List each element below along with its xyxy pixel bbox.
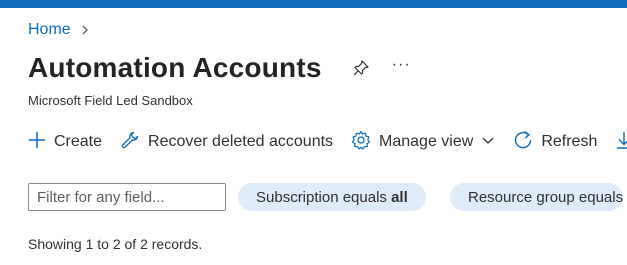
create-button[interactable]: Create — [28, 131, 102, 154]
title-row: Automation Accounts ··· — [28, 52, 411, 84]
subscription-filter-prefix: Subscription equals — [256, 188, 392, 206]
refresh-label: Refresh — [541, 133, 598, 150]
resource-group-filter-pill[interactable]: Resource group equals — [450, 183, 624, 211]
chevron-right-icon — [79, 24, 91, 36]
breadcrumb-home[interactable]: Home — [28, 21, 71, 39]
recover-label: Recover deleted accounts — [148, 133, 334, 150]
manage-view-label: Manage view — [379, 133, 474, 150]
recover-deleted-accounts-button[interactable]: Recover deleted accounts — [120, 130, 333, 155]
chevron-down-icon — [481, 133, 495, 152]
gear-icon — [351, 130, 371, 155]
pin-icon[interactable] — [352, 59, 370, 77]
filter-input[interactable] — [28, 183, 226, 211]
records-count: Showing 1 to 2 of 2 records. — [28, 236, 203, 252]
command-bar: Create Recover deleted accounts Manage v… — [28, 126, 627, 158]
breadcrumb: Home — [28, 21, 91, 39]
refresh-button[interactable]: Refresh — [513, 130, 597, 155]
page-subtitle: Microsoft Field Led Sandbox — [28, 93, 193, 108]
download-button[interactable] — [615, 130, 627, 155]
manage-view-button[interactable]: Manage view — [351, 130, 495, 155]
download-icon — [615, 130, 627, 155]
create-label: Create — [54, 133, 103, 150]
resource-group-filter-label: Resource group equals — [468, 188, 624, 206]
more-icon[interactable]: ··· — [392, 56, 411, 74]
wrench-icon — [120, 130, 140, 155]
page-title: Automation Accounts — [28, 52, 322, 83]
portal-top-bar — [0, 0, 627, 8]
subscription-filter-pill[interactable]: Subscription equals all — [238, 183, 426, 211]
plus-icon — [28, 131, 46, 154]
refresh-icon — [513, 130, 533, 155]
subscription-filter-value: all — [391, 188, 408, 206]
